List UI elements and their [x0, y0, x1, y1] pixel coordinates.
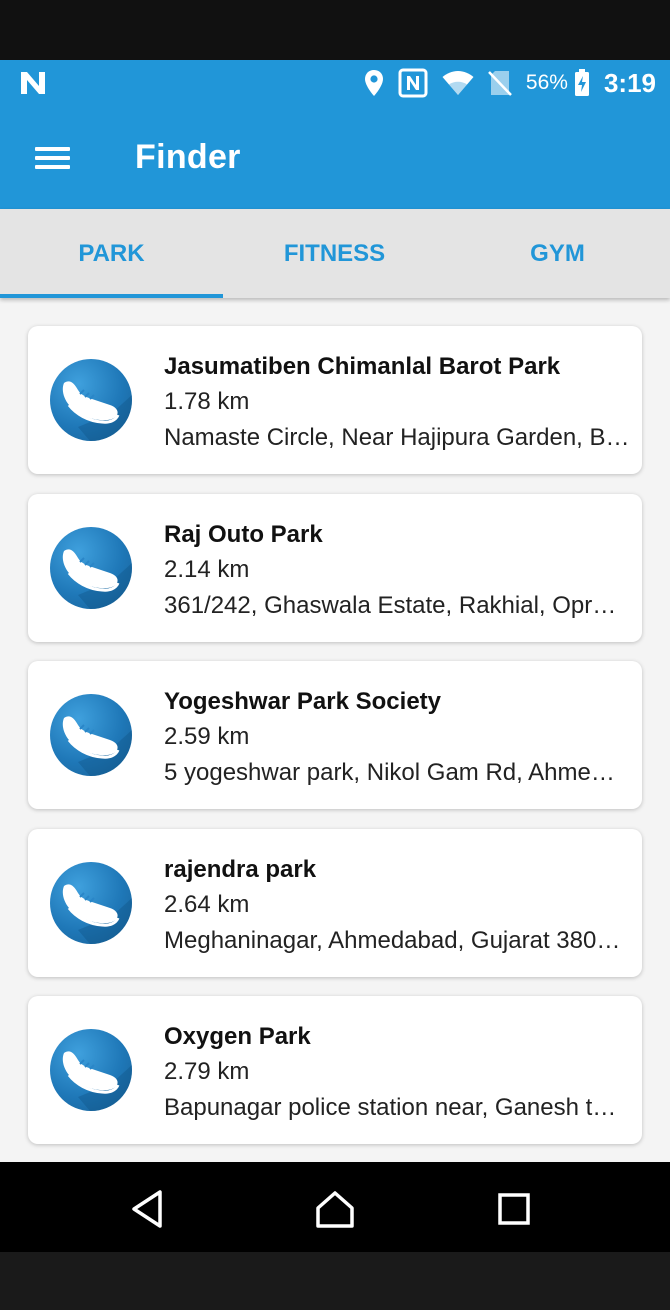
place-name: Jasumatiben Chimanlal Barot Park: [164, 353, 561, 380]
list-item[interactable]: Jasumatiben Chimanlal Barot Park 1.78 km…: [28, 326, 642, 474]
running-shoe-icon: [50, 527, 132, 609]
status-bar: 56% 3:19: [0, 60, 670, 106]
wifi-icon: [442, 70, 474, 96]
place-distance: 2.64 km: [164, 891, 250, 918]
app-bar: Finder: [0, 106, 670, 209]
back-icon[interactable]: [124, 1184, 174, 1234]
place-name: rajendra park: [164, 856, 317, 883]
running-shoe-icon: [50, 359, 132, 441]
system-navigation-bar: [0, 1162, 670, 1252]
place-address: Bapunagar police station near, Ganesh t…: [164, 1094, 617, 1121]
tab-gym[interactable]: GYM: [446, 209, 669, 298]
places-list[interactable]: Jasumatiben Chimanlal Barot Park 1.78 km…: [0, 298, 670, 1162]
battery-percentage: 56%: [525, 71, 568, 94]
selected-tab-indicator: [0, 294, 223, 298]
nfc-icon: [398, 68, 428, 98]
list-item[interactable]: Yogeshwar Park Society 2.59 km 5 yogeshw…: [28, 661, 642, 809]
place-distance: 2.59 km: [164, 723, 250, 750]
running-shoe-icon: [50, 694, 132, 776]
no-sim-icon: [488, 69, 512, 97]
place-address: Meghaninagar, Ahmedabad, Gujarat 380…: [164, 927, 621, 954]
place-address: 361/242, Ghaswala Estate, Rakhial, Opr…: [164, 592, 617, 619]
n-notification-icon: [18, 69, 48, 97]
list-item[interactable]: Oxygen Park 2.79 km Bapunagar police sta…: [28, 996, 642, 1144]
tab-park[interactable]: PARK: [0, 209, 223, 298]
place-address: Namaste Circle, Near Hajipura Garden, B…: [164, 424, 630, 451]
home-icon[interactable]: [310, 1184, 360, 1234]
place-distance: 2.14 km: [164, 556, 250, 583]
top-black-strip: [0, 0, 670, 60]
list-item[interactable]: rajendra park 2.64 km Meghaninagar, Ahme…: [28, 829, 642, 977]
tab-fitness[interactable]: FITNESS: [223, 209, 446, 298]
bottom-black-strip: [0, 1252, 670, 1310]
app-title: Finder: [135, 138, 241, 176]
location-icon: [364, 69, 384, 97]
place-name: Yogeshwar Park Society: [164, 688, 442, 715]
place-distance: 1.78 km: [164, 388, 250, 415]
hamburger-menu-icon[interactable]: [22, 134, 82, 182]
clock: 3:19: [603, 67, 656, 98]
running-shoe-icon: [50, 862, 132, 944]
battery-charging-icon: [574, 69, 590, 97]
place-distance: 2.79 km: [164, 1058, 250, 1085]
place-address: 5 yogeshwar park, Nikol Gam Rd, Ahme…: [164, 759, 615, 786]
list-item[interactable]: Raj Outo Park 2.14 km 361/242, Ghaswala …: [28, 494, 642, 642]
recents-icon[interactable]: [489, 1184, 539, 1234]
tab-bar: PARK FITNESS GYM: [0, 209, 670, 298]
place-name: Raj Outo Park: [164, 521, 323, 548]
running-shoe-icon: [50, 1029, 132, 1111]
place-name: Oxygen Park: [164, 1023, 311, 1050]
